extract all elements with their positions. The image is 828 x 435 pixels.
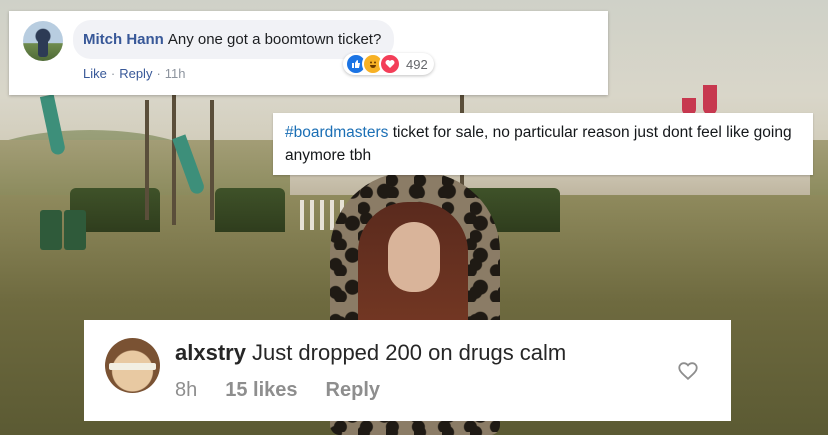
reply-button[interactable]: Reply [326,379,380,402]
separator: · [156,66,161,81]
likes-count[interactable]: 15 likes [225,379,297,402]
comment-bubble: Mitch Hann Any one got a boomtown ticket? [73,20,395,59]
comment-time[interactable]: 11h [165,66,186,81]
avatar[interactable] [105,338,160,393]
comment-actions: Like · Reply · 11h [83,66,186,81]
separator: · [110,66,116,81]
heart-icon[interactable] [677,360,699,382]
like-button[interactable]: Like [83,66,107,81]
reply-button[interactable]: Reply [119,66,152,81]
hashtag-link[interactable]: #boardmasters [285,124,388,141]
comment-author[interactable]: Mitch Hann [83,31,164,48]
reactions-summary[interactable]: 492 [343,53,434,75]
love-icon [379,53,401,75]
comment-meta: 8h 15 likes Reply [175,379,380,402]
instagram-comment: alxstry Just dropped 200 on drugs calm 8h… [84,320,731,421]
comment-text: Just dropped 200 on drugs calm [251,340,567,365]
avatar[interactable] [23,21,63,61]
comment-time: 8h [175,379,198,401]
tweet-snippet: #boardmasters ticket for sale, no partic… [273,113,813,175]
comment-line: alxstry Just dropped 200 on drugs calm [175,340,566,366]
tweet-text: #boardmasters ticket for sale, no partic… [285,121,801,167]
reaction-count: 492 [406,56,428,72]
facebook-comment: Mitch Hann Any one got a boomtown ticket?… [9,11,608,95]
comment-username[interactable]: alxstry [175,340,246,365]
comment-text: Any one got a boomtown ticket? [167,31,382,48]
